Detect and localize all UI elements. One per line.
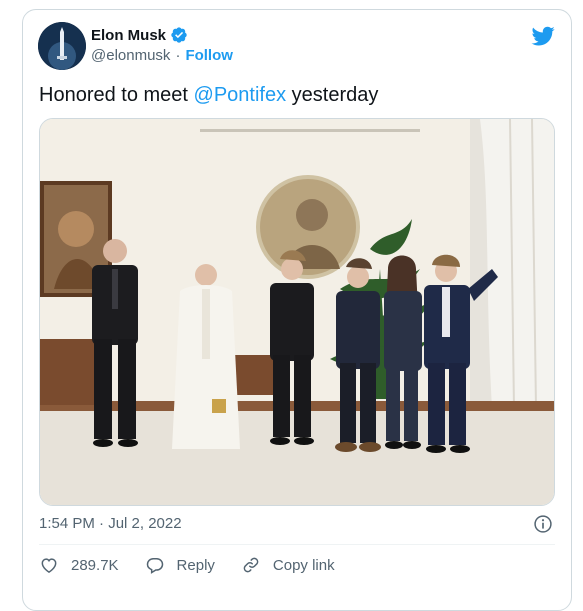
author-handle[interactable]: @elonmusk bbox=[91, 47, 170, 64]
twitter-bird-icon[interactable] bbox=[531, 24, 555, 48]
copy-link-label: Copy link bbox=[272, 556, 335, 574]
like-count: 289.7K bbox=[71, 556, 119, 574]
reply-label: Reply bbox=[176, 556, 215, 574]
mention-link[interactable]: @Pontifex bbox=[194, 84, 287, 106]
separator-dot: · bbox=[175, 47, 181, 64]
tweet-card: Elon Musk @elonmusk · Follow Honored to … bbox=[22, 9, 572, 611]
follow-button[interactable]: Follow bbox=[185, 47, 233, 64]
timestamp[interactable]: 1:54 PM · Jul 2, 2022 bbox=[39, 515, 182, 532]
tweet-text-start: Honored to meet bbox=[39, 84, 194, 106]
reply-icon bbox=[145, 555, 165, 575]
heart-icon bbox=[39, 555, 59, 575]
info-icon[interactable] bbox=[533, 514, 553, 534]
tweet-text-end: yesterday bbox=[286, 84, 379, 106]
link-icon bbox=[241, 555, 261, 575]
author-name[interactable]: Elon Musk bbox=[91, 27, 166, 44]
tweet-photo[interactable] bbox=[39, 118, 555, 506]
divider bbox=[39, 544, 555, 545]
verified-badge-icon bbox=[170, 26, 188, 44]
avatar[interactable] bbox=[38, 22, 86, 70]
reply-button[interactable]: Reply bbox=[145, 555, 215, 575]
copy-link-button[interactable]: Copy link bbox=[241, 555, 335, 575]
action-bar: 289.7K Reply Copy link bbox=[39, 555, 361, 575]
tweet-text: Honored to meet @Pontifex yesterday bbox=[39, 82, 378, 108]
like-button[interactable]: 289.7K bbox=[39, 555, 119, 575]
